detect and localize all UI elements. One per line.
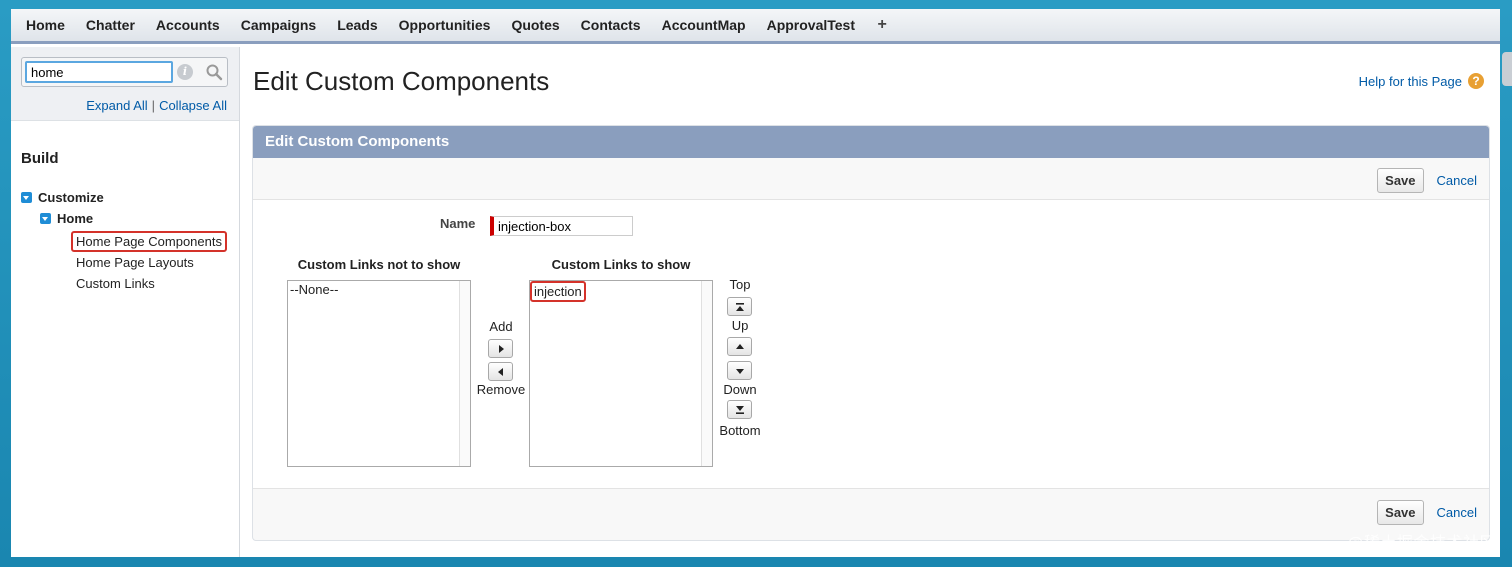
setup-tree: Build Customize Home Home Page Component… [11,120,239,557]
search-icon[interactable] [205,63,223,81]
move-to-top-icon [736,303,744,311]
watermark: @稀土掘金技术社区 [1347,533,1496,552]
help-link[interactable]: Help for this Page ? [1359,73,1484,89]
move-top-button[interactable] [727,297,752,316]
not-show-listbox[interactable]: --None-- [287,280,471,467]
sidebar-item-home-page-components[interactable]: Home Page Components [71,231,227,252]
tree-node-home[interactable]: Home [40,211,93,226]
sidebar-item-home-page-layouts[interactable]: Home Page Layouts [76,255,194,270]
arrow-down-icon [736,369,744,374]
link-separator: | [151,98,156,113]
quick-find-input[interactable] [25,61,173,83]
up-label: Up [731,318,749,333]
tab-accounts[interactable]: Accounts [145,9,230,41]
not-show-title: Custom Links not to show [297,257,461,272]
sidebar-item-custom-links[interactable]: Custom Links [76,276,155,291]
name-label: Name [440,216,476,231]
sidebar-collapse-handle[interactable] [1502,52,1512,86]
tab-quotes[interactable]: Quotes [501,9,570,41]
tab-chatter[interactable]: Chatter [75,9,145,41]
name-field[interactable] [490,216,633,236]
tab-bar: Home Chatter Accounts Campaigns Leads Op… [11,9,1500,44]
edit-panel: Edit Custom Components Save Cancel Name … [252,125,1490,541]
main-content: Edit Custom Components Help for this Pag… [241,47,1500,557]
expand-all-link[interactable]: Expand All [86,98,147,113]
top-label: Top [729,277,751,292]
tab-accountmap[interactable]: AccountMap [651,9,756,41]
remove-arrow-button[interactable] [488,362,513,381]
collapse-toggle-icon[interactable] [21,192,32,203]
tab-leads[interactable]: Leads [327,9,388,41]
arrow-up-icon [736,344,744,349]
top-button-row: Save Cancel [1377,168,1477,193]
scrollbar[interactable] [701,281,712,466]
move-up-button[interactable] [727,337,752,356]
collapse-toggle-icon[interactable] [40,213,51,224]
tree-label-home[interactable]: Home [57,211,93,226]
scrollbar[interactable] [459,281,470,466]
expand-collapse-links: Expand All | Collapse All [86,98,227,113]
bottom-button-row: Save Cancel [1377,500,1477,525]
bottom-label: Bottom [719,423,761,438]
quick-find-box: i [21,57,228,87]
save-button[interactable]: Save [1377,168,1424,193]
show-title: Custom Links to show [551,257,691,272]
info-icon[interactable]: i [177,64,193,80]
down-label: Down [723,382,757,397]
move-bottom-button[interactable] [727,400,752,419]
tab-approvaltest[interactable]: ApprovalTest [756,9,865,41]
sidebar: i Expand All |Collapse All Build Customiz… [11,47,240,557]
help-link-label[interactable]: Help for this Page [1359,74,1462,89]
tree-node-customize[interactable]: Customize [21,190,104,205]
help-icon[interactable]: ? [1468,73,1484,89]
tab-home[interactable]: Home [11,9,75,41]
tab-contacts[interactable]: Contacts [570,9,651,41]
cancel-link[interactable]: Cancel [1437,505,1477,520]
move-down-button[interactable] [727,361,752,380]
app-frame: Home Chatter Accounts Campaigns Leads Op… [11,9,1500,557]
tab-opportunities[interactable]: Opportunities [388,9,501,41]
show-listbox[interactable]: injection [529,280,713,467]
collapse-all-link[interactable]: Collapse All [159,98,227,113]
list-option-none[interactable]: --None-- [290,282,338,297]
panel-body: Name Custom Links not to show --None-- A… [253,199,1489,489]
tab-campaigns[interactable]: Campaigns [230,9,326,41]
page-title: Edit Custom Components [253,66,550,96]
list-option-injection[interactable]: injection [530,281,586,302]
panel-header: Edit Custom Components [253,126,1489,158]
save-button[interactable]: Save [1377,500,1424,525]
tree-label-customize[interactable]: Customize [38,190,104,205]
arrow-left-icon [498,368,503,376]
cancel-link[interactable]: Cancel [1437,173,1477,188]
add-tab-plus-icon[interactable]: + [866,16,899,34]
add-arrow-button[interactable] [488,339,513,358]
move-to-bottom-icon [736,406,744,414]
remove-label: Remove [476,382,526,397]
add-label: Add [489,319,513,334]
build-heading: Build [21,150,59,167]
arrow-right-icon [499,345,504,353]
